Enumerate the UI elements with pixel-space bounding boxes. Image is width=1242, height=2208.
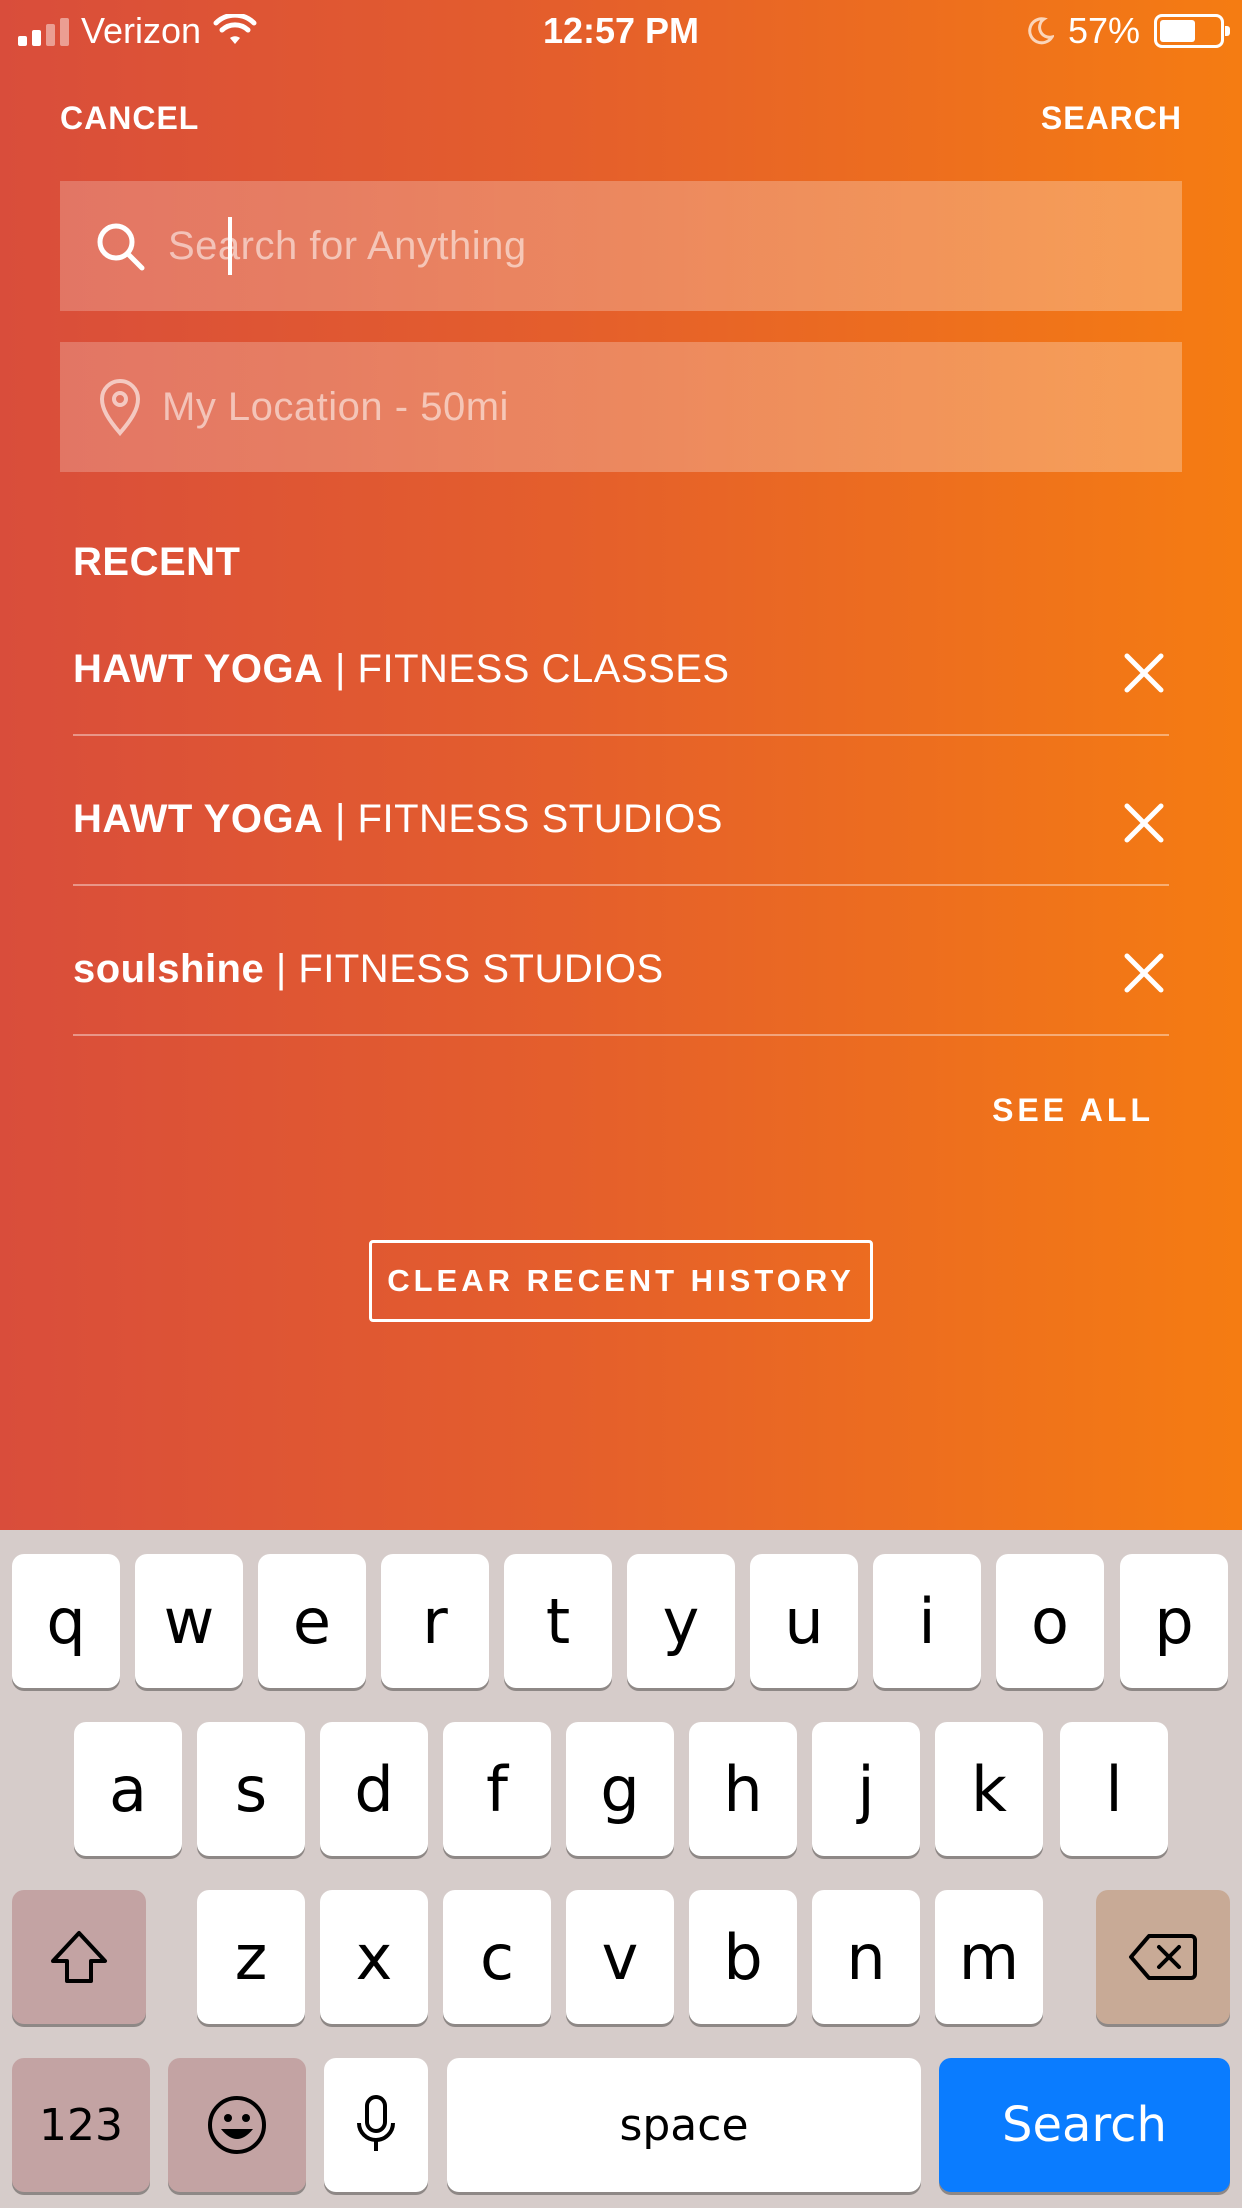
recent-item-name: HAWT YOGA — [73, 797, 324, 841]
keyboard: q w e r t y u i o p a s d f g h j k l z … — [0, 1530, 1242, 2208]
shift-key[interactable] — [12, 1890, 146, 2024]
recent-item-name: HAWT YOGA — [73, 647, 324, 691]
close-icon[interactable] — [1119, 648, 1169, 698]
recent-item[interactable]: HAWT YOGA | FITNESS CLASSES — [73, 586, 1169, 736]
location-pin-icon — [99, 379, 141, 437]
recent-item-category: | FITNESS STUDIOS — [264, 947, 664, 991]
key-b[interactable]: b — [689, 1890, 797, 2024]
key-m[interactable]: m — [935, 1890, 1043, 2024]
key-w[interactable]: w — [135, 1554, 243, 1688]
key-q[interactable]: q — [12, 1554, 120, 1688]
key-t[interactable]: t — [504, 1554, 612, 1688]
key-c[interactable]: c — [443, 1890, 551, 2024]
recent-item-text: HAWT YOGA | FITNESS STUDIOS — [73, 797, 723, 842]
key-n[interactable]: n — [812, 1890, 920, 2024]
key-g[interactable]: g — [566, 1722, 674, 1856]
key-h[interactable]: h — [689, 1722, 797, 1856]
search-input[interactable]: Search for Anything — [60, 181, 1182, 311]
delete-key[interactable] — [1096, 1890, 1230, 2024]
search-placeholder: Search for Anything — [168, 223, 527, 268]
cancel-button[interactable]: CANCEL — [60, 100, 199, 137]
dictation-key[interactable] — [324, 2058, 428, 2192]
key-z[interactable]: z — [197, 1890, 305, 2024]
key-f[interactable]: f — [443, 1722, 551, 1856]
key-p[interactable]: p — [1120, 1554, 1228, 1688]
key-k[interactable]: k — [935, 1722, 1043, 1856]
see-all-link[interactable]: SEE ALL — [992, 1092, 1154, 1129]
status-right: 57% — [1024, 10, 1230, 52]
search-icon — [97, 223, 145, 271]
key-i[interactable]: i — [873, 1554, 981, 1688]
location-placeholder: My Location - 50mi — [162, 384, 509, 429]
recent-heading: RECENT — [73, 540, 241, 584]
key-e[interactable]: e — [258, 1554, 366, 1688]
key-r[interactable]: r — [381, 1554, 489, 1688]
key-d[interactable]: d — [320, 1722, 428, 1856]
recent-item-category: | FITNESS STUDIOS — [323, 797, 723, 841]
emoji-key[interactable] — [168, 2058, 306, 2192]
battery-icon — [1154, 14, 1230, 48]
moon-icon — [1028, 17, 1054, 45]
key-x[interactable]: x — [320, 1890, 428, 2024]
status-bar: Verizon 12:57 PM 57% — [0, 0, 1242, 62]
emoji-icon — [208, 2096, 266, 2154]
close-icon[interactable] — [1119, 948, 1169, 998]
clear-history-button[interactable]: CLEAR RECENT HISTORY — [369, 1240, 873, 1322]
search-screen: Verizon 12:57 PM 57% CANCEL SEARCH Searc… — [0, 0, 1242, 1530]
recent-item[interactable]: soulshine | FITNESS STUDIOS — [73, 886, 1169, 1036]
numbers-key[interactable]: 123 — [12, 2058, 150, 2192]
top-nav: CANCEL SEARCH — [60, 100, 1182, 140]
key-y[interactable]: y — [627, 1554, 735, 1688]
search-button[interactable]: SEARCH — [1041, 100, 1182, 137]
recent-item-name: soulshine — [73, 947, 265, 991]
backspace-icon — [1129, 1934, 1197, 1980]
key-v[interactable]: v — [566, 1890, 674, 2024]
recent-item-category: | FITNESS CLASSES — [323, 647, 730, 691]
battery-percent: 57% — [1067, 10, 1140, 51]
search-key[interactable]: Search — [939, 2058, 1230, 2192]
key-a[interactable]: a — [74, 1722, 182, 1856]
location-input[interactable]: My Location - 50mi — [60, 342, 1182, 472]
key-s[interactable]: s — [197, 1722, 305, 1856]
shift-icon — [51, 1931, 107, 1983]
key-u[interactable]: u — [750, 1554, 858, 1688]
key-j[interactable]: j — [812, 1722, 920, 1856]
microphone-icon — [357, 2095, 395, 2151]
recent-item-text: HAWT YOGA | FITNESS CLASSES — [73, 647, 730, 692]
space-key[interactable]: space — [447, 2058, 921, 2192]
key-o[interactable]: o — [996, 1554, 1104, 1688]
recent-item[interactable]: HAWT YOGA | FITNESS STUDIOS — [73, 736, 1169, 886]
key-l[interactable]: l — [1060, 1722, 1168, 1856]
recent-item-text: soulshine | FITNESS STUDIOS — [73, 947, 664, 992]
close-icon[interactable] — [1119, 798, 1169, 848]
